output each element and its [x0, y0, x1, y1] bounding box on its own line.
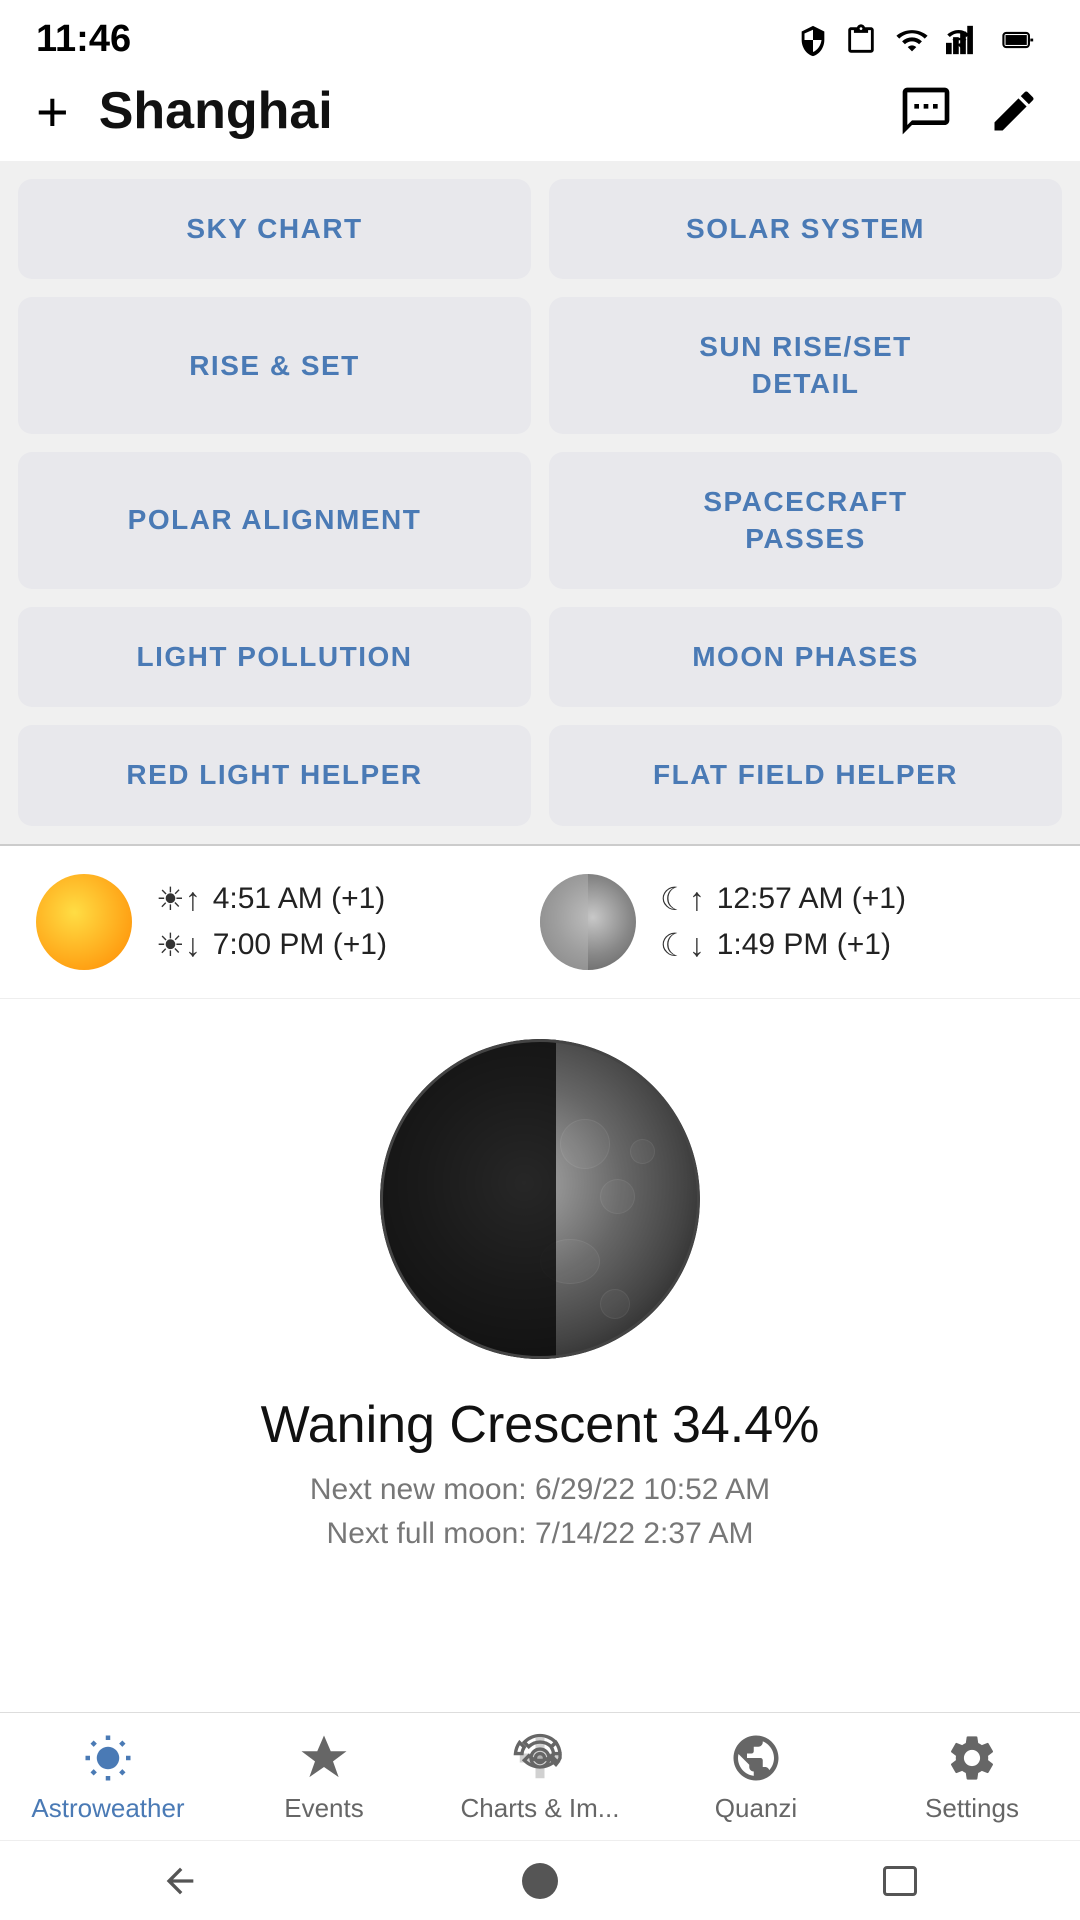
nav-item-quanzi[interactable]: Quanzi — [676, 1731, 836, 1824]
page-title: Shanghai — [99, 81, 333, 141]
top-bar: + Shanghai — [0, 71, 1080, 161]
sun-rise-time: 4:51 AM (+1) — [213, 882, 386, 916]
clipboard-icon — [844, 23, 878, 57]
red-light-helper-button[interactable]: RED LIGHT HELPER — [18, 725, 531, 825]
home-icon — [522, 1863, 558, 1899]
moon-icon-small — [540, 874, 636, 970]
rise-set-button[interactable]: RISE & SET — [18, 297, 531, 434]
main-content: SKY CHART SOLAR SYSTEM RISE & SET SUN RI… — [0, 161, 1080, 1821]
shield-icon — [796, 23, 830, 57]
settings-icon — [945, 1731, 999, 1785]
next-new-moon: Next new moon: 6/29/22 10:52 AM — [310, 1473, 770, 1507]
sky-chart-button[interactable]: SKY CHART — [18, 179, 531, 279]
grid-row-1: SKY CHART SOLAR SYSTEM — [18, 161, 1062, 279]
light-pollution-button[interactable]: LIGHT POLLUTION — [18, 607, 531, 707]
events-icon — [297, 1731, 351, 1785]
moon-set-row: ☾↓ 1:49 PM (+1) — [660, 926, 906, 964]
moon-phase-title: Waning Crescent 34.4% — [261, 1395, 820, 1455]
moon-set-time: 1:49 PM (+1) — [717, 928, 891, 962]
moon-section: ☾↑ 12:57 AM (+1) ☾↓ 1:49 PM (+1) — [540, 874, 1044, 970]
edit-button[interactable] — [984, 81, 1044, 141]
sunrise-icon: ☀↑ — [156, 880, 201, 918]
signal-icon — [946, 23, 980, 57]
moon-phase-section: Waning Crescent 34.4% Next new moon: 6/2… — [0, 999, 1080, 1591]
home-button[interactable] — [510, 1861, 570, 1901]
moonrise-icon: ☾↑ — [660, 880, 705, 918]
grid-row-5: RED LIGHT HELPER FLAT FIELD HELPER — [18, 725, 1062, 825]
top-bar-left: + Shanghai — [36, 81, 333, 141]
quanzi-icon — [729, 1731, 783, 1785]
chat-icon — [898, 83, 954, 139]
nav-item-settings[interactable]: Settings — [892, 1731, 1052, 1824]
recent-icon — [883, 1866, 917, 1896]
events-label: Events — [284, 1793, 364, 1824]
sunset-icon: ☀↓ — [156, 926, 201, 964]
nav-item-events[interactable]: Events — [244, 1731, 404, 1824]
info-row: ☀↑ 4:51 AM (+1) ☀↓ 7:00 PM (+1) ☾↑ 12:57… — [0, 846, 1080, 999]
next-full-moon: Next full moon: 7/14/22 2:37 AM — [327, 1517, 754, 1551]
charts-icon — [513, 1731, 567, 1785]
add-button[interactable]: + — [36, 81, 69, 141]
sun-times: ☀↑ 4:51 AM (+1) ☀↓ 7:00 PM (+1) — [156, 880, 387, 964]
settings-label: Settings — [925, 1793, 1019, 1824]
sun-rise-set-detail-button[interactable]: SUN RISE/SET DETAIL — [549, 297, 1062, 434]
grid-row-2: RISE & SET SUN RISE/SET DETAIL — [18, 297, 1062, 434]
nav-item-charts[interactable]: Charts & Im... — [460, 1731, 620, 1824]
sun-section: ☀↑ 4:51 AM (+1) ☀↓ 7:00 PM (+1) — [36, 874, 540, 970]
polar-alignment-button[interactable]: POLAR ALIGNMENT — [18, 452, 531, 589]
status-bar: 11:46 — [0, 0, 1080, 71]
grid-row-3: POLAR ALIGNMENT SPACECRAFT PASSES — [18, 452, 1062, 589]
top-bar-right — [896, 81, 1044, 141]
moon-border — [380, 1039, 700, 1359]
solar-system-button[interactable]: SOLAR SYSTEM — [549, 179, 1062, 279]
sun-icon — [36, 874, 132, 970]
sun-set-time: 7:00 PM (+1) — [213, 928, 387, 962]
moonset-icon: ☾↓ — [660, 926, 705, 964]
grid-row-4: LIGHT POLLUTION MOON PHASES — [18, 607, 1062, 707]
flat-field-helper-button[interactable]: FLAT FIELD HELPER — [549, 725, 1062, 825]
status-time: 11:46 — [36, 18, 131, 61]
battery-icon — [994, 23, 1044, 57]
astroweather-label: Astroweather — [31, 1793, 184, 1824]
nav-item-astroweather[interactable]: Astroweather — [28, 1731, 188, 1824]
android-nav — [0, 1840, 1080, 1920]
moon-phases-button[interactable]: MOON PHASES — [549, 607, 1062, 707]
moon-phase-image — [380, 1039, 700, 1359]
sun-set-row: ☀↓ 7:00 PM (+1) — [156, 926, 387, 964]
spacecraft-passes-button[interactable]: SPACECRAFT PASSES — [549, 452, 1062, 589]
astroweather-icon — [81, 1731, 135, 1785]
bottom-nav: Astroweather Events Charts & Im... Quanz… — [0, 1712, 1080, 1840]
back-icon — [160, 1861, 200, 1901]
chat-button[interactable] — [896, 81, 956, 141]
wifi-icon — [892, 23, 932, 57]
moon-rise-row: ☾↑ 12:57 AM (+1) — [660, 880, 906, 918]
charts-label: Charts & Im... — [461, 1793, 620, 1824]
moon-rise-time: 12:57 AM (+1) — [717, 882, 906, 916]
status-icons — [796, 23, 1044, 57]
sun-rise-row: ☀↑ 4:51 AM (+1) — [156, 880, 387, 918]
back-button[interactable] — [150, 1861, 210, 1901]
recent-button[interactable] — [870, 1861, 930, 1901]
grid-section: SKY CHART SOLAR SYSTEM RISE & SET SUN RI… — [0, 161, 1080, 846]
quanzi-label: Quanzi — [715, 1793, 797, 1824]
moon-times: ☾↑ 12:57 AM (+1) ☾↓ 1:49 PM (+1) — [660, 880, 906, 964]
edit-icon — [988, 85, 1040, 137]
